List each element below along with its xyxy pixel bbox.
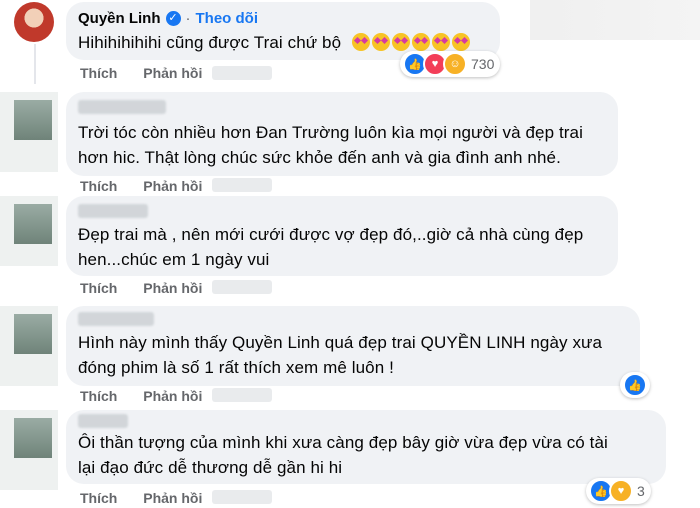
star-struck-emoji-icon: [371, 33, 390, 51]
reply-1-line2: hơn hic. Thật lòng chúc sức khỏe đến anh…: [78, 148, 561, 167]
reply-2-line1: Đẹp trai mà , nên mới cưới được vợ đẹp đ…: [78, 225, 584, 244]
reply-4-text: Ôi thần tượng của mình khi xưa càng đẹp …: [78, 430, 608, 480]
star-struck-emoji-icon: [431, 33, 450, 51]
reply-4-line1: Ôi thần tượng của mình khi xưa càng đẹp …: [78, 433, 608, 452]
star-struck-emoji-icon: [351, 33, 370, 51]
like-button[interactable]: Thích: [80, 178, 117, 194]
reply-2-line2: hen...chúc em 1 ngày vui: [78, 250, 270, 269]
emoji-group: [350, 33, 470, 52]
avatar-quyen-linh[interactable]: [14, 2, 54, 42]
verified-badge-icon: ✓: [165, 11, 181, 26]
blurred-timestamp: [212, 66, 272, 80]
reply-3-line2: đóng phim là số 1 rất thích xem mê luôn …: [78, 358, 394, 377]
blurred-watermark: [530, 0, 700, 40]
separator-dot: ·: [185, 10, 191, 27]
main-comment-header: Quyền Linh ✓ · Theo dõi: [78, 10, 258, 27]
reply-2-text: Đẹp trai mà , nên mới cưới được vợ đẹp đ…: [78, 222, 583, 272]
reply-button[interactable]: Phản hồi: [143, 388, 202, 404]
reply-1-actions: Thích Phản hồi: [80, 178, 224, 194]
like-button[interactable]: Thích: [80, 388, 117, 404]
reply-3-reactions[interactable]: 👍: [620, 372, 650, 398]
reply-1-text: Trời tóc còn nhiều hơn Đan Trường luôn k…: [78, 120, 583, 170]
reply-button[interactable]: Phản hồi: [143, 65, 202, 81]
star-struck-emoji-icon: [411, 33, 430, 51]
blurred-author-name: [78, 312, 154, 326]
care-icon: ♥: [609, 479, 633, 503]
reply-4-reactions[interactable]: 👍 ♥ 3: [586, 478, 651, 504]
like-button[interactable]: Thích: [80, 65, 117, 81]
blurred-timestamp: [212, 280, 272, 294]
blurred-timestamp: [212, 178, 272, 192]
blurred-timestamp: [212, 388, 272, 402]
reply-2-actions: Thích Phản hồi: [80, 280, 224, 296]
blurred-author-name: [78, 414, 128, 428]
reply-1-line1: Trời tóc còn nhiều hơn Đan Trường luôn k…: [78, 123, 583, 142]
main-comment-actions: Thích Phản hồi: [80, 65, 224, 81]
reply-button[interactable]: Phản hồi: [143, 490, 202, 506]
haha-icon: ☺: [443, 52, 467, 76]
follow-button[interactable]: Theo dõi: [196, 10, 259, 27]
reaction-summary[interactable]: 👍 ♥ ☺ 730: [400, 51, 501, 77]
reply-4-actions: Thích Phản hồi: [80, 490, 224, 506]
reply-3-line1: Hình này mình thấy Quyền Linh quá đẹp tr…: [78, 333, 603, 352]
reply-3-text: Hình này mình thấy Quyền Linh quá đẹp tr…: [78, 330, 602, 380]
reply-4-line2: lại đạo đức dễ thương dễ gần hi hi: [78, 458, 343, 477]
like-button[interactable]: Thích: [80, 490, 117, 506]
thread-line: [34, 44, 36, 84]
main-comment-text-content: Hihihihihihi cũng được Trai chứ bộ: [78, 33, 342, 52]
star-struck-emoji-icon: [451, 33, 470, 51]
reply-button[interactable]: Phản hồi: [143, 178, 202, 194]
blurred-author-name: [78, 204, 148, 218]
reply-button[interactable]: Phản hồi: [143, 280, 202, 296]
blurred-timestamp: [212, 490, 272, 504]
like-icon: 👍: [623, 373, 647, 397]
avatar-reply-2[interactable]: [14, 204, 52, 244]
avatar-reply-3[interactable]: [14, 314, 52, 354]
reaction-count: 3: [637, 483, 645, 499]
avatar-reply-4[interactable]: [14, 418, 52, 458]
reply-3-actions: Thích Phản hồi: [80, 388, 224, 404]
blurred-author-name: [78, 100, 166, 114]
star-struck-emoji-icon: [391, 33, 410, 51]
author-name[interactable]: Quyền Linh: [78, 10, 161, 27]
reaction-count: 730: [471, 56, 495, 72]
like-button[interactable]: Thích: [80, 280, 117, 296]
avatar-reply-1[interactable]: [14, 100, 52, 140]
